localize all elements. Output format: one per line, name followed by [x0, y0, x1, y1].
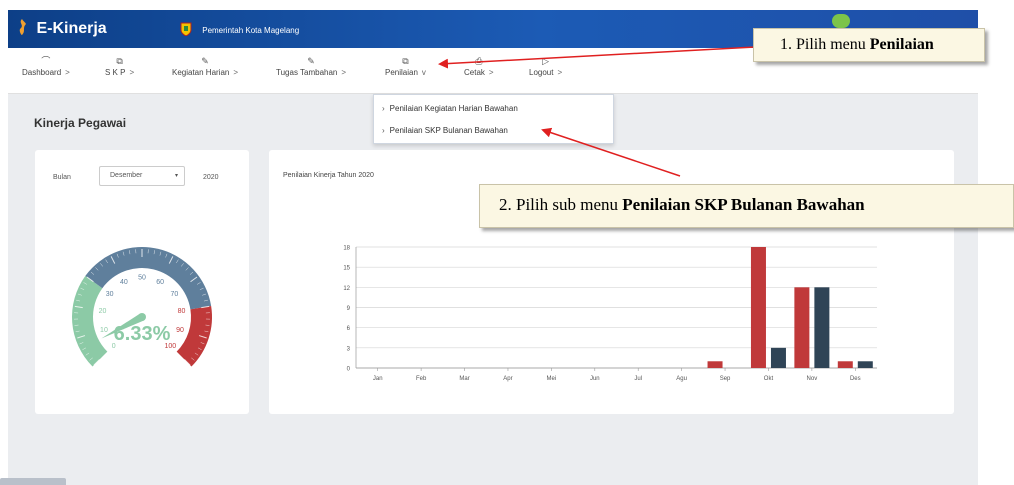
gauge-tick-label: 80 [178, 308, 186, 315]
month-label: Bulan [53, 174, 71, 181]
callout-step-2-prefix: 2. Pilih sub menu [499, 195, 623, 214]
gauge-band-mid [85, 247, 212, 310]
callout-step-1: 1. Pilih menu Penilaian [753, 28, 985, 62]
gauge-tick-label: 30 [106, 291, 114, 298]
x-tick-label: Nov [807, 376, 818, 382]
print-icon: ⎙ [475, 56, 483, 66]
corner-tab [0, 478, 66, 485]
app-brand[interactable]: E-Kinerja [16, 19, 107, 38]
gauge-tick-label: 90 [176, 327, 184, 334]
menu-logout[interactable]: ▷ Logout > [529, 54, 562, 77]
user-avatar[interactable] [832, 14, 850, 28]
x-tick-label: Jul [634, 376, 642, 382]
dashboard-icon: ⌒ [41, 56, 51, 66]
chart-bar [707, 361, 723, 368]
app-title: E-Kinerja [36, 20, 107, 37]
chevron-right-icon: > [341, 68, 347, 77]
menu-tugas-tambahan[interactable]: ✎ Tugas Tambahan > [276, 54, 346, 77]
copy-icon: ⧉ [116, 56, 123, 66]
gauge-tick-label: 70 [170, 291, 178, 298]
y-tick-label: 15 [343, 266, 350, 272]
month-select-value: Desember [110, 172, 143, 179]
gauge-tick-label: 20 [99, 308, 107, 315]
chart-bar [770, 347, 786, 368]
menu-skp[interactable]: ⧉ S K P > [105, 54, 134, 77]
chevron-right-icon: > [129, 68, 135, 77]
x-tick-label: Jun [590, 376, 600, 382]
x-tick-label: Okt [764, 376, 774, 382]
x-tick-label: Sep [720, 376, 731, 382]
penilaian-dropdown: › Penilaian Kegiatan Harian Bawahan › Peni… [373, 94, 614, 144]
x-tick-label: Feb [416, 376, 427, 382]
menu-dashboard[interactable]: ⌒ Dashboard > [22, 54, 70, 77]
x-tick-label: Mei [547, 376, 557, 382]
chart-bar [814, 287, 830, 368]
org-name: Pemerintah Kota Magelang [202, 26, 300, 35]
menu-label: Logout [529, 68, 554, 77]
callout-step-1-bold: Penilaian [869, 36, 934, 53]
menu-label: Tugas Tambahan [276, 68, 338, 77]
callout-step-2: 2. Pilih sub menu Penilaian SKP Bulanan … [479, 184, 1014, 228]
y-tick-label: 12 [343, 286, 350, 292]
org-info: Pemerintah Kota Magelang [180, 22, 299, 36]
caret-down-icon: ▾ [174, 173, 178, 179]
chart-bar [857, 361, 873, 368]
year-value: 2020 [203, 174, 219, 181]
gauge-tick-label: 50 [138, 275, 146, 282]
chevron-right-icon: > [65, 68, 70, 77]
edit-icon: ✎ [201, 56, 209, 66]
gauge-tick-label: 40 [120, 279, 128, 286]
y-tick-label: 3 [347, 346, 351, 352]
dropdown-item-label: Penilaian SKP Bulanan Bawahan [389, 126, 508, 135]
edit-icon: ✎ [307, 56, 315, 66]
chevron-right-icon: > [488, 68, 494, 77]
menu-cetak[interactable]: ⎙ Cetak > [464, 54, 494, 77]
x-tick-label: Jan [373, 376, 383, 382]
x-tick-label: Apr [503, 376, 512, 382]
chevron-right-icon: > [557, 68, 563, 77]
performance-gauge: 01020304050607080901006.33% [72, 247, 212, 367]
y-tick-label: 18 [343, 246, 350, 252]
menu-label: Dashboard [22, 68, 62, 77]
chevron-right-icon: › [382, 126, 385, 135]
menu-label: Cetak [464, 68, 485, 77]
menu-penilaian[interactable]: ⧉ Penilaian v [385, 54, 426, 77]
month-select[interactable]: Desember ▾ [99, 166, 185, 186]
dropdown-item-penilaian-skp-bulanan[interactable]: › Penilaian SKP Bulanan Bawahan [382, 126, 508, 135]
gauge-needle-hub [138, 313, 146, 321]
x-tick-label: Agu [676, 376, 687, 382]
menu-label: S K P [105, 68, 126, 77]
gauge-card: Bulan Desember ▾ 2020 0 10 20 30 40 50 60 70 80 9… [35, 150, 249, 414]
chevron-right-icon: > [233, 68, 239, 77]
chart-bar [837, 361, 853, 368]
city-crest-icon [180, 22, 192, 36]
gauge-value: 6.33% [114, 323, 171, 345]
y-tick-label: 6 [347, 326, 351, 332]
chevron-down-icon: v [421, 68, 426, 77]
flame-logo-icon [19, 19, 26, 35]
chevron-right-icon: › [382, 104, 385, 113]
x-tick-label: Mar [459, 376, 469, 382]
x-tick-label: Des [850, 376, 861, 382]
y-tick-label: 0 [347, 367, 351, 373]
callout-step-2-bold: Penilaian SKP Bulanan Bawahan [622, 195, 865, 214]
copy-icon: ⧉ [402, 56, 409, 66]
dropdown-item-penilaian-kegiatan-harian[interactable]: › Penilaian Kegiatan Harian Bawahan [382, 104, 518, 113]
menu-label: Penilaian [385, 68, 418, 77]
page-title: Kinerja Pegawai [34, 116, 127, 130]
menu-kegiatan-harian[interactable]: ✎ Kegiatan Harian > [172, 54, 238, 77]
gauge-band-low [72, 275, 108, 367]
chart-bar [794, 287, 810, 368]
gauge-tick-label: 10 [100, 327, 108, 334]
app-screen: E-Kinerja Pemerintah Kota Magelang ⌒ Das… [8, 10, 978, 485]
logout-icon: ▷ [542, 56, 550, 66]
callout-step-1-prefix: 1. Pilih menu [780, 36, 870, 53]
y-tick-label: 9 [347, 306, 351, 312]
dropdown-item-label: Penilaian Kegiatan Harian Bawahan [389, 104, 518, 113]
chart-bar [750, 247, 766, 368]
menu-label: Kegiatan Harian [172, 68, 230, 77]
gauge-tick-label: 60 [156, 279, 164, 286]
